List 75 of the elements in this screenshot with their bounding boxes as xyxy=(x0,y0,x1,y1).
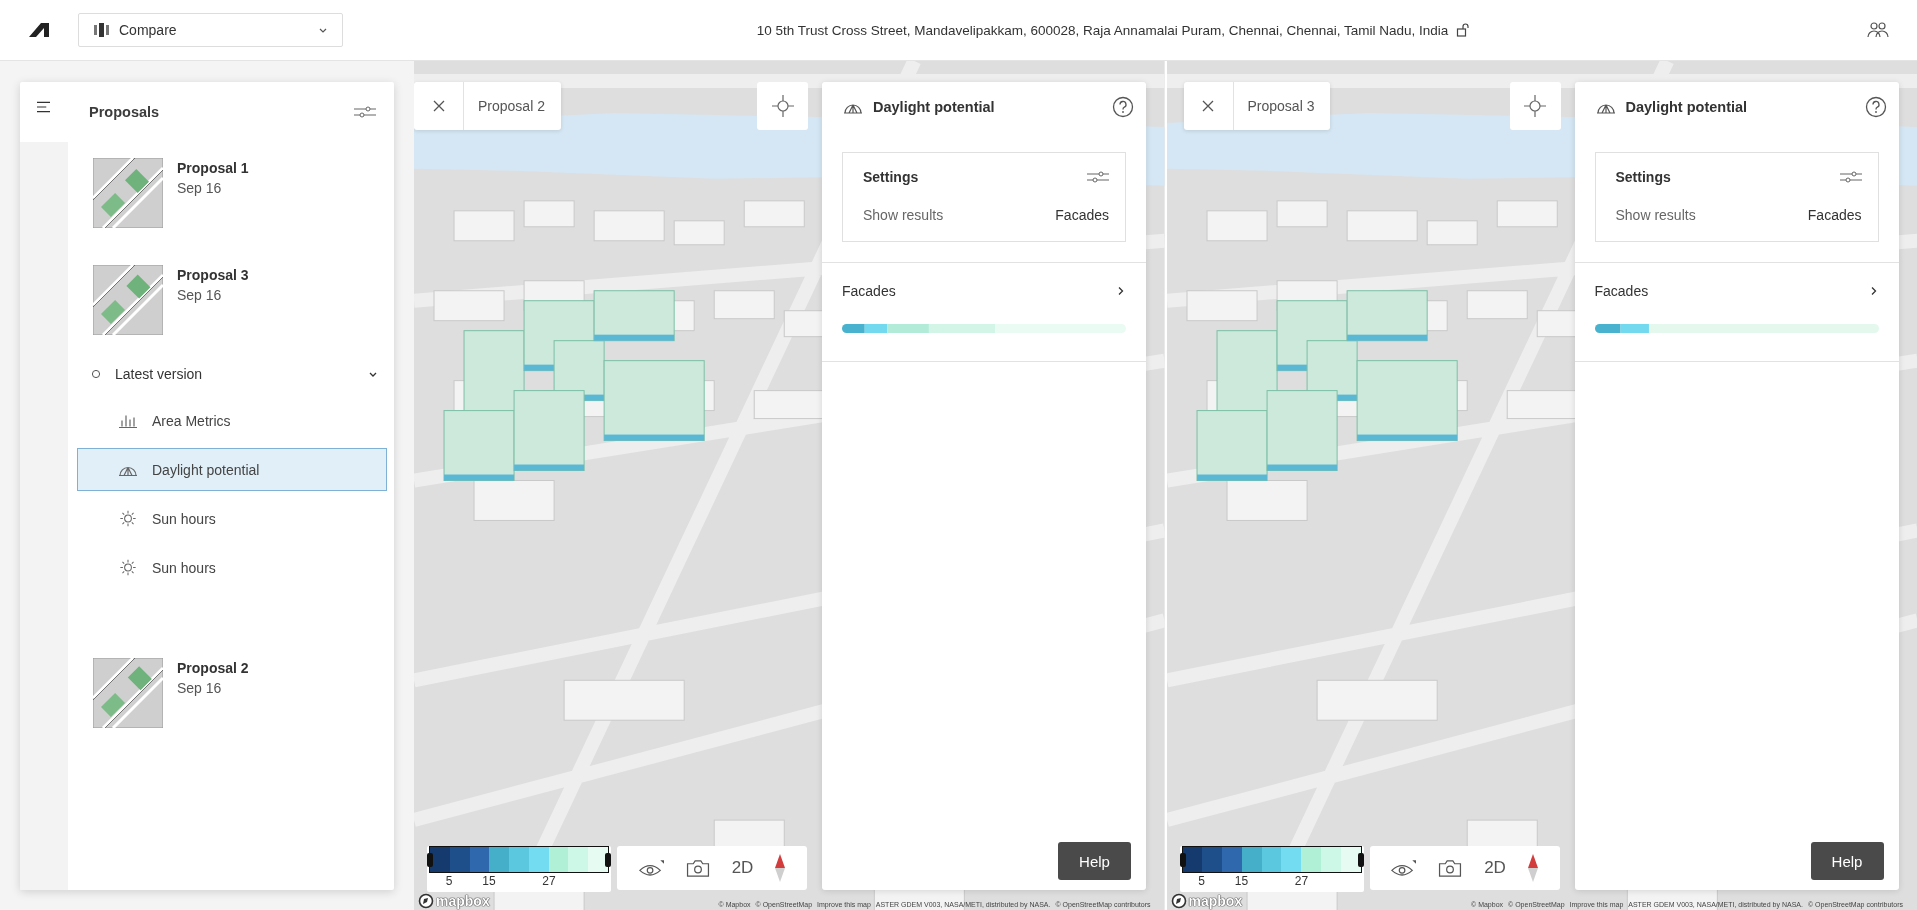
2d-toggle-button[interactable]: 2D xyxy=(1484,858,1506,878)
facades-row[interactable]: Facades xyxy=(842,283,1126,299)
address-text: 10 5th Trust Cross Street, Mandavelipakkam, 600028, Raja Annamalai Puram, Chennai, Chennai, Tamil Nadu, India xyxy=(756,22,1449,38)
legend-value: 15 xyxy=(1234,874,1249,888)
legend-value: 15 xyxy=(482,874,496,888)
mapbox-logo[interactable]: mapbox xyxy=(418,893,490,909)
sun-icon xyxy=(118,510,138,527)
analysed-building xyxy=(443,410,515,481)
legend-value: 5 xyxy=(445,874,453,888)
range-handle[interactable] xyxy=(427,853,433,867)
mapbox-mark-icon xyxy=(418,893,434,909)
settings-title: Settings xyxy=(1615,169,1671,185)
help-icon[interactable] xyxy=(1112,96,1134,118)
camera-icon[interactable] xyxy=(684,858,711,878)
help-button[interactable]: Help xyxy=(1810,842,1884,880)
sliders-icon[interactable] xyxy=(1839,170,1862,184)
proposal-date: Sep 16 xyxy=(177,180,222,196)
logo-icon[interactable] xyxy=(29,23,49,37)
compass-icon[interactable] xyxy=(774,853,787,883)
users-icon[interactable] xyxy=(1867,21,1889,39)
legend-value: 27 xyxy=(542,874,556,888)
sun-icon xyxy=(118,559,138,576)
proposal-name[interactable]: Proposal 2 xyxy=(177,660,249,676)
chevron-right-icon xyxy=(1116,286,1126,296)
map-thumbnail[interactable] xyxy=(93,158,163,228)
sliders-icon[interactable] xyxy=(1087,170,1109,184)
setting-label: Show results xyxy=(863,207,944,223)
proposal-date: Sep 16 xyxy=(177,287,222,303)
panel-title: Daylight potential xyxy=(873,99,995,115)
panel-title: Daylight potential xyxy=(1625,99,1748,115)
eye-icon[interactable] xyxy=(637,858,664,878)
eye-icon[interactable] xyxy=(1390,858,1417,878)
compass-icon[interactable] xyxy=(1526,853,1539,883)
analysis-item[interactable]: Area Metrics xyxy=(77,399,387,442)
mapbox-mark-icon xyxy=(1170,893,1187,909)
map-thumbnail[interactable] xyxy=(93,265,163,335)
facades-row[interactable]: Facades xyxy=(1594,283,1879,299)
setting-value: Facades xyxy=(1055,207,1109,223)
version-row[interactable]: Latest version xyxy=(68,352,394,396)
proposal-date: Sep 16 xyxy=(177,680,222,696)
menu-icon[interactable] xyxy=(37,101,50,113)
range-handle[interactable] xyxy=(605,853,611,867)
legend-value: 27 xyxy=(1294,874,1309,888)
sidebar-title: Proposals xyxy=(89,104,160,120)
setting-label: Show results xyxy=(1615,207,1696,223)
help-button[interactable]: Help xyxy=(1058,842,1131,880)
analysis-item[interactable]: Sun hours xyxy=(77,497,387,540)
unlocked-padlock-icon[interactable] xyxy=(1456,23,1471,37)
locate-button[interactable] xyxy=(757,82,808,130)
proposal-name[interactable]: Proposal 1 xyxy=(177,160,249,176)
setting-value: Facades xyxy=(1807,207,1862,223)
analysis-item[interactable]: Sun hours xyxy=(77,546,387,589)
close-icon xyxy=(1202,100,1214,112)
compare-icon xyxy=(93,22,111,38)
proposal-name: Proposal 2 xyxy=(478,98,545,114)
camera-icon[interactable] xyxy=(1437,858,1464,878)
range-handle[interactable] xyxy=(1357,853,1364,867)
filter-sliders-icon[interactable] xyxy=(354,105,376,119)
help-icon[interactable] xyxy=(1864,96,1887,118)
proposal-name: Proposal 3 xyxy=(1247,98,1315,114)
view-mode-dropdown[interactable]: Compare xyxy=(78,13,343,47)
range-handle[interactable] xyxy=(1179,853,1186,867)
locate-button[interactable] xyxy=(1509,82,1561,130)
close-icon xyxy=(432,100,445,112)
analysis-item[interactable]: Daylight potential xyxy=(77,448,387,491)
2d-toggle-button[interactable]: 2D xyxy=(731,858,754,878)
legend-value: 5 xyxy=(1198,874,1205,888)
crosshair-icon xyxy=(770,94,795,118)
mapbox-logo[interactable]: mapbox xyxy=(1170,893,1243,909)
proposal-name[interactable]: Proposal 3 xyxy=(177,267,249,283)
settings-title: Settings xyxy=(863,169,919,185)
map-thumbnail[interactable] xyxy=(93,658,163,728)
analysed-building xyxy=(1196,410,1268,481)
crosshair-icon xyxy=(1523,94,1547,118)
circle-icon xyxy=(91,369,101,379)
